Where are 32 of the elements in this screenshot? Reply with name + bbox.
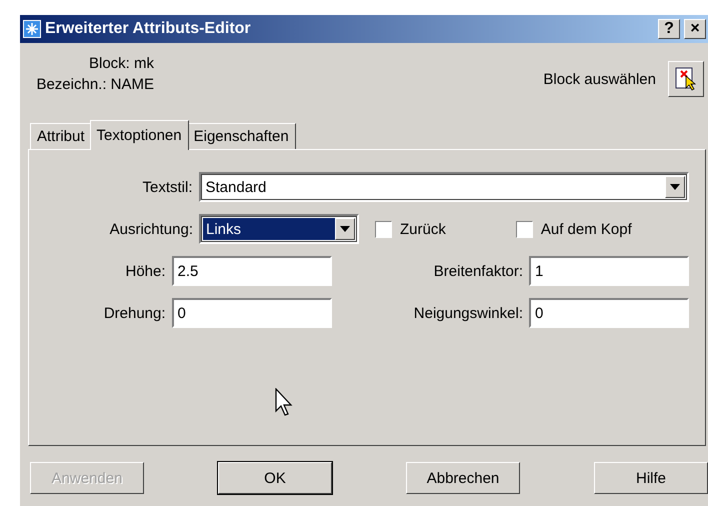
tab[interactable]: Eigenschaften (186, 123, 296, 149)
number-field[interactable]: 1 (529, 256, 689, 286)
dialog-button[interactable]: Hilfe (594, 462, 708, 494)
window-title: Erweiterter Attributs-Editor (45, 20, 252, 38)
field-label: Textstil: (141, 178, 194, 196)
tab[interactable]: Textoptionen (90, 120, 189, 150)
alignment-dropdown[interactable]: Links (199, 214, 359, 244)
field-label: Ausrichtung: (108, 220, 194, 238)
dialog-button[interactable]: OK (218, 462, 332, 494)
number-field[interactable]: 0 (172, 298, 332, 328)
block-label: Block: mk (88, 55, 154, 72)
select-block-button[interactable] (668, 61, 704, 97)
field-label: Neigungswinkel: (412, 304, 524, 322)
text-style-dropdown[interactable]: Standard (198, 172, 689, 202)
checkbox[interactable]: Auf dem Kopf (516, 220, 632, 238)
dialog-button[interactable]: Abbrechen (406, 462, 520, 494)
help-button[interactable]: ? (658, 19, 680, 39)
app-icon (23, 20, 41, 38)
field-label: Höhe: (124, 262, 167, 280)
name-label: Bezeichn.: NAME (36, 76, 154, 93)
number-field[interactable]: 2.5 (172, 256, 332, 286)
page-with-pointer-icon (674, 66, 698, 92)
dropdown-arrow-icon (340, 226, 350, 232)
checkbox[interactable]: Zurück (375, 220, 446, 238)
dropdown-arrow-icon (670, 184, 680, 190)
tab[interactable]: Attribut (30, 123, 92, 149)
number-field[interactable]: 0 (529, 298, 689, 328)
close-button[interactable]: × (684, 19, 706, 39)
select-block-label: Block auswählen (543, 70, 656, 88)
field-label: Breitenfaktor: (432, 262, 524, 280)
field-label: Drehung: (102, 304, 167, 322)
mouse-cursor-icon (275, 388, 295, 418)
